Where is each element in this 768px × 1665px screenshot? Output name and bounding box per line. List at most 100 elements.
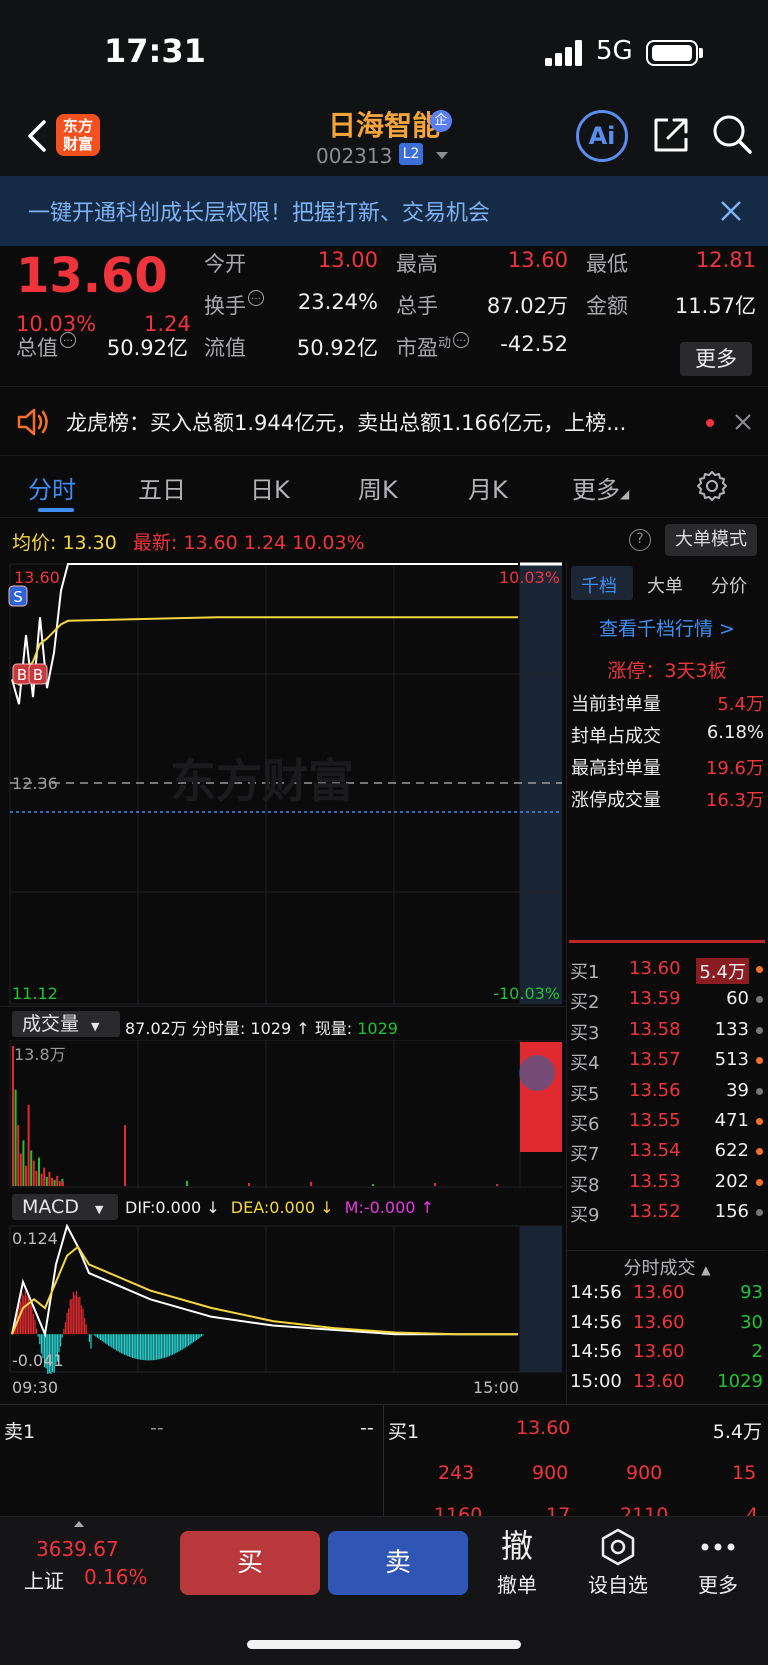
total-volume: 87.02万 xyxy=(125,1019,187,1038)
volume-chart[interactable]: 13.8万 xyxy=(0,1040,566,1188)
help-icon[interactable]: ? xyxy=(629,529,651,551)
macd-bar xyxy=(31,1304,33,1335)
depth-link[interactable]: 查看千档行情 > xyxy=(567,614,767,641)
bid-row[interactable]: 买5 13.56 39 xyxy=(567,1080,767,1108)
volume-bar xyxy=(30,1150,33,1186)
macd-bar xyxy=(181,1334,183,1350)
ai-button[interactable]: Ai xyxy=(576,110,628,162)
macd-chart[interactable]: 0.124 -0.041 xyxy=(0,1224,566,1374)
bid-row[interactable]: 买6 13.55 471 xyxy=(567,1110,767,1138)
unread-dot xyxy=(706,419,714,427)
more-dots-icon[interactable] xyxy=(700,1537,736,1557)
info-icon[interactable]: … xyxy=(248,290,264,306)
watermark: 东方财富 xyxy=(170,754,354,808)
sell-button[interactable]: 卖 xyxy=(328,1531,468,1595)
trade-marker[interactable]: S xyxy=(13,588,23,606)
close-icon[interactable] xyxy=(734,413,752,431)
more-actions-button[interactable]: 更多 xyxy=(686,1569,750,1598)
tick-volume: 93 xyxy=(740,1282,763,1303)
buy1-label: 买1 xyxy=(388,1421,420,1443)
ticks-title[interactable]: 分时成交 ▲ xyxy=(567,1254,767,1280)
promo-banner[interactable]: 一键开通科创成长层权限！把握打新、交易机会 xyxy=(0,176,768,246)
volume-bar xyxy=(434,1183,436,1186)
volume-bar xyxy=(40,1173,43,1186)
x-tick-open: 09:30 xyxy=(12,1378,59,1397)
favorite-icon[interactable] xyxy=(598,1527,638,1567)
cancel-order-button[interactable]: 撤单 xyxy=(480,1569,554,1598)
bid-price: 13.58 xyxy=(629,1018,681,1040)
macd-bar xyxy=(192,1334,194,1343)
volume-bar xyxy=(35,1170,38,1186)
macd-bar xyxy=(101,1334,103,1342)
bid-row[interactable]: 买8 13.53 202 xyxy=(567,1171,767,1199)
bid-dot xyxy=(756,996,763,1004)
dragon-tiger-bar[interactable]: 龙虎榜：买入总额1.944亿元，卖出总额1.166亿元，上榜... xyxy=(0,386,768,456)
index-value[interactable]: 3639.67 xyxy=(36,1537,119,1561)
macd-bar xyxy=(135,1334,137,1359)
info-icon[interactable]: … xyxy=(60,332,76,348)
share-icon[interactable] xyxy=(650,114,692,156)
macd-bar xyxy=(71,1298,73,1335)
macd-select[interactable]: MACD ▼ xyxy=(12,1194,118,1220)
queue-cell: 900 xyxy=(532,1462,569,1484)
more-button[interactable]: 更多 xyxy=(680,342,752,376)
tab-big-order[interactable]: 大单 xyxy=(647,572,683,598)
tab-intraday[interactable]: 分时 xyxy=(28,470,76,505)
big-order-mode-button[interactable]: 大单模式 xyxy=(665,524,757,556)
chart-tabs: 分时 五日 日K 周K 月K 更多◢ xyxy=(0,456,768,518)
macd-bar xyxy=(184,1334,186,1348)
bid-row[interactable]: 买4 13.57 513 xyxy=(567,1049,767,1077)
macd-bar xyxy=(109,1334,111,1347)
banner-text[interactable]: 一键开通科创成长层权限！把握打新、交易机会 xyxy=(28,195,490,227)
close-icon[interactable] xyxy=(718,198,744,224)
search-icon[interactable] xyxy=(710,112,754,156)
bid-label: 买1 xyxy=(570,962,600,983)
bid-row[interactable]: 买7 13.54 622 xyxy=(567,1140,767,1168)
tab-depth[interactable]: 千档 xyxy=(581,572,617,598)
tab-5day[interactable]: 五日 xyxy=(138,470,186,505)
low-value: 12.81 xyxy=(695,248,756,272)
intraday-price-chart[interactable]: 东方财富 S B B 13.60 12.36 11.12 10.03% -10.03… xyxy=(0,562,566,1006)
bid-row[interactable]: 买9 13.52 156 xyxy=(567,1201,767,1229)
tab-weekly-k[interactable]: 周K xyxy=(358,470,398,505)
macd-bar xyxy=(188,1334,190,1346)
macd-y-bottom: -0.041 xyxy=(12,1351,64,1370)
tab-daily-k[interactable]: 日K xyxy=(250,470,290,505)
stat-label: 最高封单量 xyxy=(571,758,661,779)
cancel-icon[interactable]: 撤 xyxy=(480,1521,554,1567)
home-indicator[interactable] xyxy=(247,1640,521,1649)
trade-marker[interactable]: B xyxy=(17,666,27,684)
volume-label: 总手 xyxy=(396,294,438,318)
macd-bar xyxy=(79,1296,81,1335)
trade-marker[interactable]: B xyxy=(33,666,43,684)
info-icon[interactable]: … xyxy=(453,332,470,348)
high-value: 13.60 xyxy=(507,248,568,272)
expand-icon[interactable] xyxy=(519,1055,555,1091)
tab-monthly-k[interactable]: 月K xyxy=(468,470,508,505)
stock-code[interactable]: 002313 xyxy=(316,144,392,168)
tab-price-dist[interactable]: 分价 xyxy=(711,572,747,598)
network-type: 5G xyxy=(596,36,633,66)
index-name[interactable]: 上证 xyxy=(24,1565,64,1594)
bid-row[interactable]: 买1 13.60 5.4万 xyxy=(567,958,767,986)
chevron-down-icon[interactable] xyxy=(436,152,448,159)
bid-row[interactable]: 买2 13.59 60 xyxy=(567,988,767,1016)
bid-volume: 471 xyxy=(714,1110,749,1131)
volume-bar xyxy=(12,1046,14,1186)
macd-bar xyxy=(186,1334,188,1347)
buy-button[interactable]: 买 xyxy=(180,1531,320,1595)
open-label: 今开 xyxy=(204,252,246,276)
tab-more[interactable]: 更多◢ xyxy=(572,470,629,505)
chevron-up-icon[interactable] xyxy=(74,1521,84,1527)
dragon-tiger-text[interactable]: 龙虎榜：买入总额1.944亿元，卖出总额1.166亿元，上榜... xyxy=(66,407,686,437)
macd-bar xyxy=(172,1334,174,1355)
macd-bar xyxy=(23,1295,25,1335)
macd-bar xyxy=(119,1334,121,1353)
indicator-select[interactable]: 成交量 ▼ xyxy=(12,1011,120,1037)
index-pct[interactable]: 0.16% xyxy=(84,1565,148,1589)
macd-bar xyxy=(138,1334,140,1360)
macd-bar xyxy=(199,1334,201,1338)
add-watchlist-button[interactable]: 设自选 xyxy=(578,1569,658,1598)
gear-icon[interactable] xyxy=(696,470,728,502)
bid-row[interactable]: 买3 13.58 133 xyxy=(567,1019,767,1047)
